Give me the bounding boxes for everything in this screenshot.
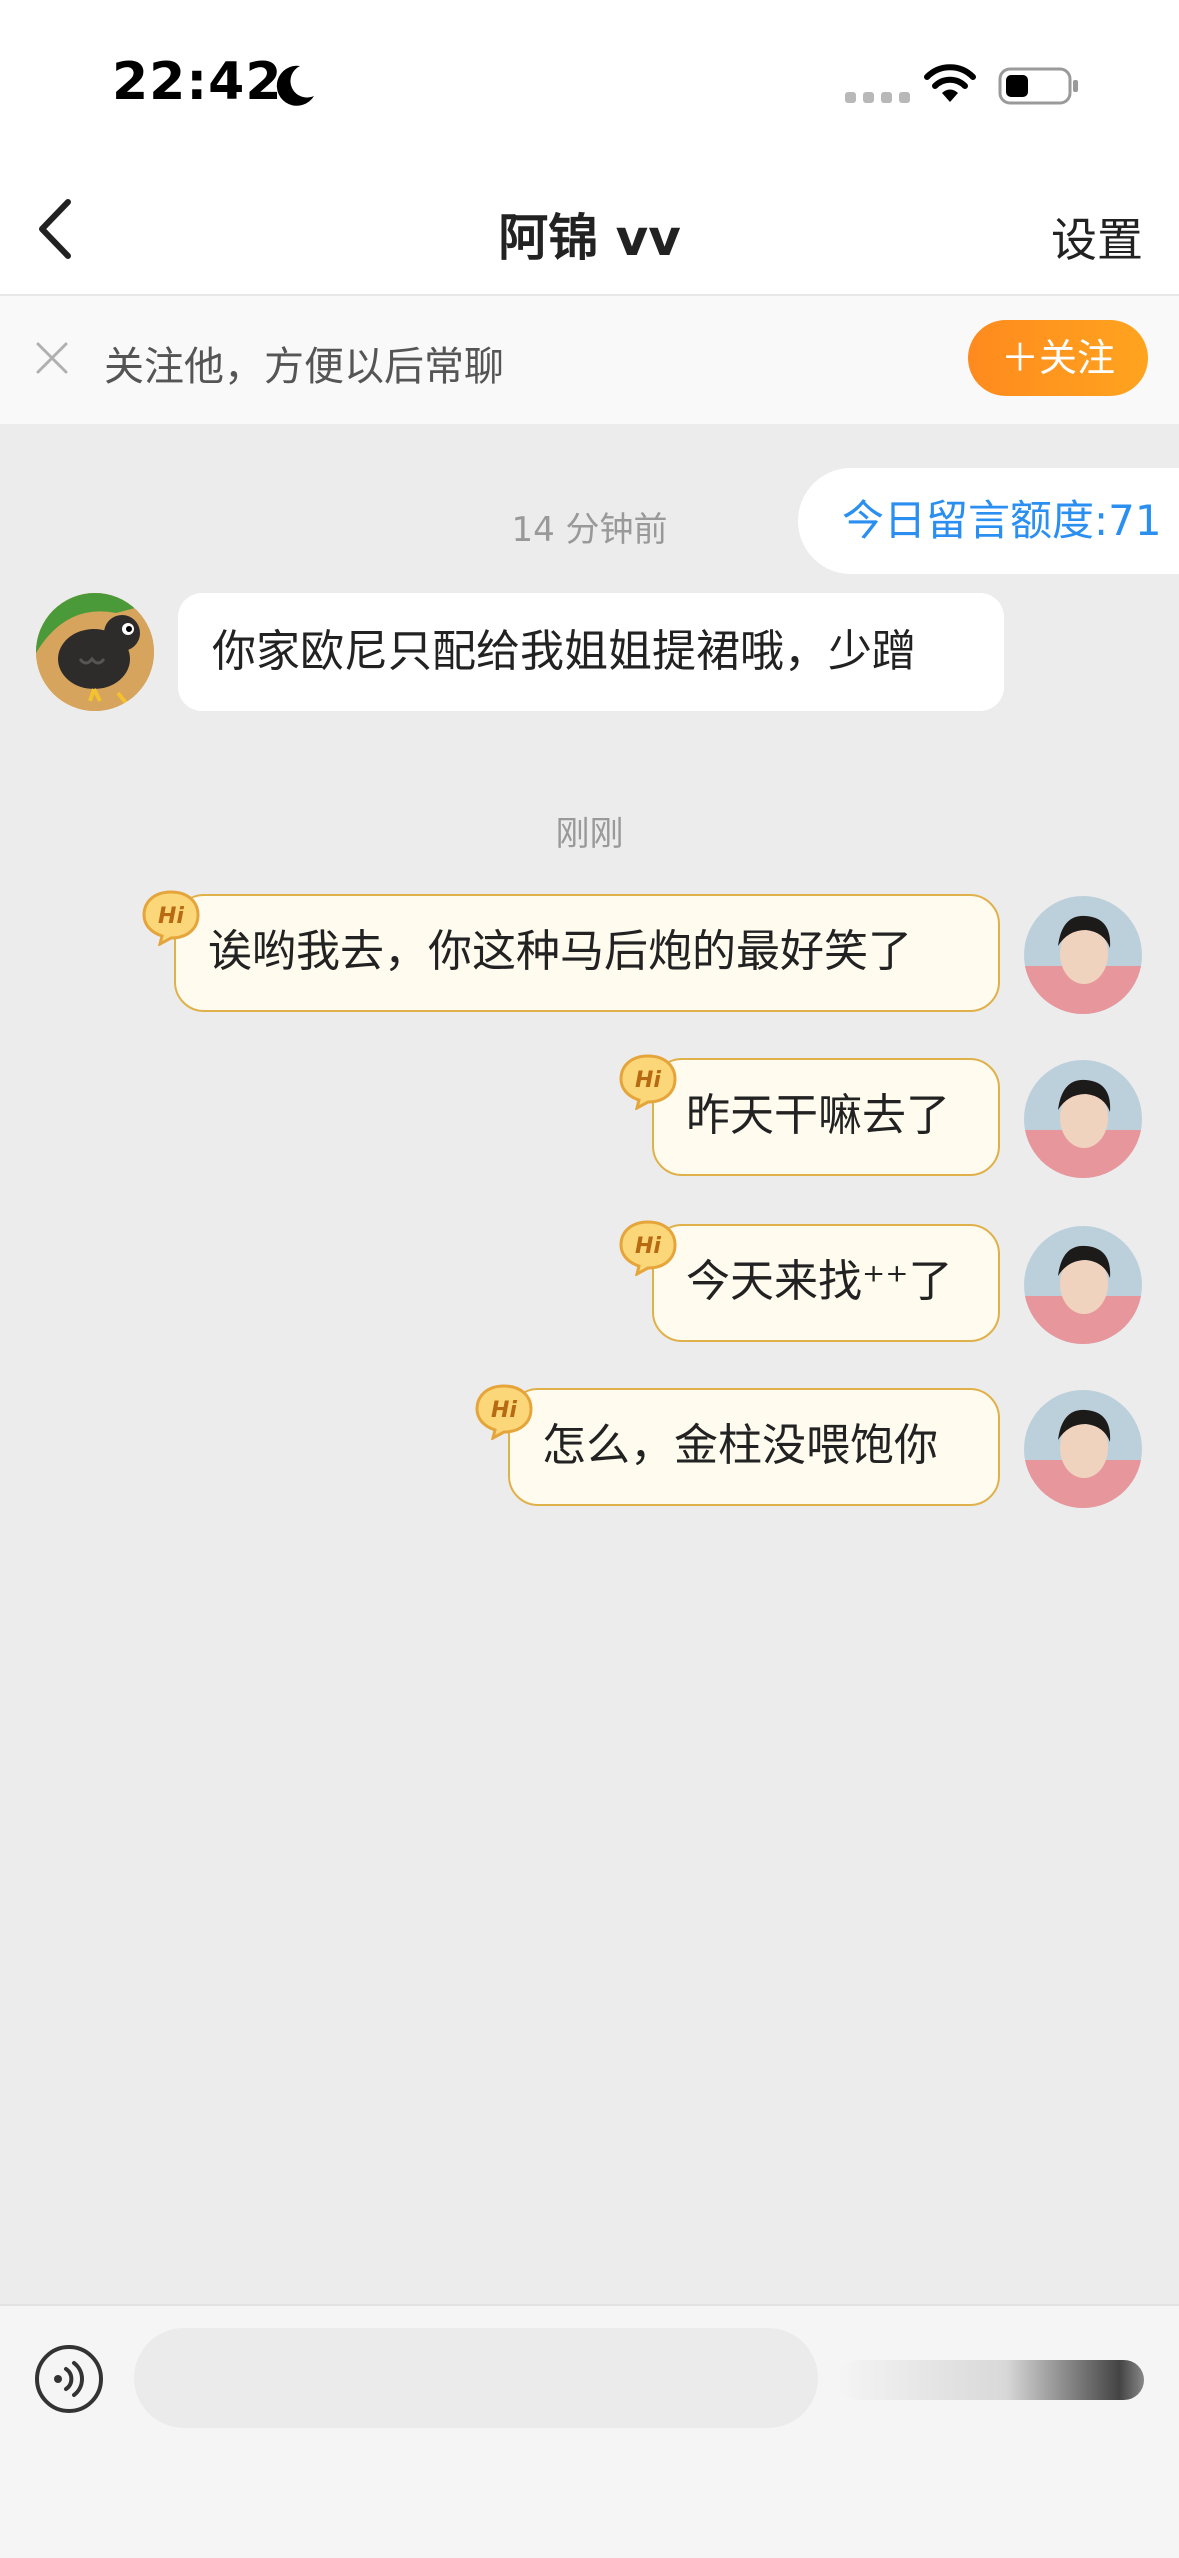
message-timestamp: 刚刚 — [555, 814, 624, 854]
follow-button[interactable]: ＋关注 — [968, 320, 1148, 396]
message-timestamp: 14 分钟前 — [511, 510, 668, 550]
user-photo-icon — [1024, 1226, 1142, 1344]
voice-input-icon[interactable] — [34, 2344, 104, 2414]
message-input-bar — [0, 2304, 1179, 2558]
message-bubble-sent[interactable]: 今天来找⁺⁺了 — [652, 1224, 1000, 1342]
message-input[interactable] — [134, 2328, 818, 2428]
moon-icon — [276, 65, 314, 106]
follow-banner: 关注他，方便以后常聊 ＋关注 — [0, 296, 1179, 424]
message-bubble-sent[interactable]: 昨天干嘛去了 — [652, 1058, 1000, 1176]
my-avatar[interactable] — [1024, 1226, 1142, 1344]
user-photo-icon — [1024, 896, 1142, 1014]
svg-text:Hi: Hi — [491, 1398, 517, 1423]
close-icon[interactable] — [34, 340, 70, 376]
message-bubble-sent[interactable]: 诶哟我去，你这种马后炮的最好笑了 — [174, 894, 1000, 1012]
hi-badge-icon: Hi — [142, 890, 200, 946]
my-avatar[interactable] — [1024, 1060, 1142, 1178]
send-button-area[interactable] — [838, 2360, 1144, 2400]
user-photo-icon — [1024, 1390, 1142, 1508]
message-bubble-received[interactable]: 你家欧尼只配给我姐姐提裙哦，少蹭 — [178, 593, 1004, 711]
hi-badge-icon: Hi — [475, 1384, 533, 1440]
sender-avatar[interactable] — [36, 593, 154, 711]
svg-text:Hi: Hi — [158, 904, 184, 929]
cellular-signal-icon — [845, 92, 910, 103]
battery-icon — [998, 67, 1078, 105]
settings-button[interactable]: 设置 — [1051, 204, 1143, 270]
hi-badge-icon: Hi — [619, 1054, 677, 1110]
status-bar: 22:42 — [0, 0, 1179, 160]
message-bubble-sent[interactable]: 怎么，金柱没喂饱你 — [508, 1388, 1000, 1506]
bird-avatar-icon — [36, 593, 154, 711]
my-avatar[interactable] — [1024, 896, 1142, 1014]
follow-prompt-text: 关注他，方便以后常聊 — [104, 344, 504, 390]
wifi-icon — [924, 64, 976, 102]
nav-bar: 阿锦 vv 设置 — [0, 160, 1179, 296]
svg-text:Hi: Hi — [635, 1068, 661, 1093]
user-photo-icon — [1024, 1060, 1142, 1178]
hi-badge-icon: Hi — [619, 1220, 677, 1276]
svg-text:Hi: Hi — [635, 1234, 661, 1259]
status-time: 22:42 — [112, 52, 283, 112]
page-title: 阿锦 vv — [498, 209, 681, 267]
my-avatar[interactable] — [1024, 1390, 1142, 1508]
